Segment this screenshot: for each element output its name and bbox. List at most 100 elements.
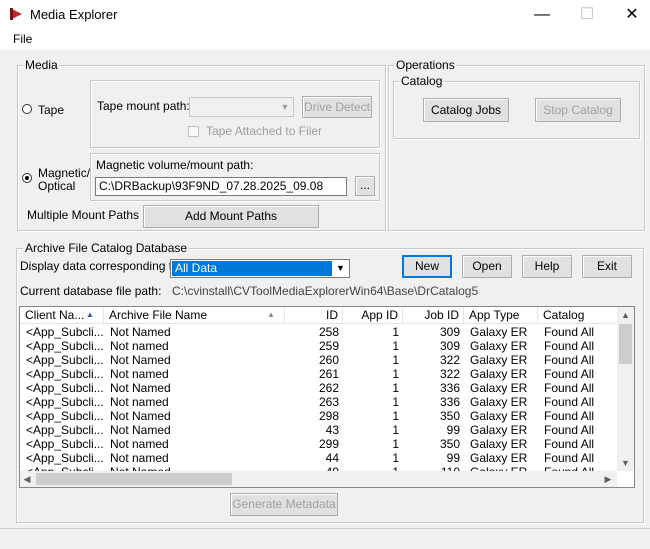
column-header[interactable]: Catalog (538, 307, 620, 324)
table-cell: Galaxy ER (470, 409, 528, 423)
tape-mount-label: Tape mount path: (97, 99, 190, 113)
table-cell: <App_Subcli... (26, 395, 104, 409)
table-cell: Galaxy ER (470, 353, 528, 367)
table-cell: 99 (446, 451, 460, 465)
table-cell: Galaxy ER (470, 339, 528, 353)
table-cell: <App_Subcli... (26, 409, 104, 423)
add-mount-paths-button[interactable]: Add Mount Paths (143, 205, 319, 228)
table-row[interactable]: <App_Subcli... Not named 261 1 322 Galaxy ER F… (20, 367, 618, 381)
table-row[interactable]: <App_Subcli... Not named 263 1 336 Galaxy ER F… (20, 395, 618, 409)
horizontal-scrollbar[interactable]: ◀ ▶ (20, 471, 617, 487)
catalog-table[interactable]: Client Na... Archive File Name ID App ID Job… (19, 306, 635, 488)
chevron-up-icon[interactable]: ▲ (617, 309, 634, 321)
column-header[interactable]: Archive File Name (104, 307, 285, 324)
table-cell: 263 (318, 395, 339, 409)
display-data-value: All Data (172, 261, 332, 276)
magnetic-radio[interactable] (22, 173, 32, 183)
table-cell: Galaxy ER (470, 381, 528, 395)
table-cell: 1 (392, 367, 399, 381)
horizontal-scroll-thumb[interactable] (36, 473, 232, 485)
table-cell: <App_Subcli... (26, 381, 104, 395)
generate-metadata-button[interactable]: Generate Metadata (230, 493, 338, 516)
chevron-down-icon: ▼ (336, 263, 345, 273)
menu-bar (0, 30, 650, 50)
table-cell: 262 (318, 381, 339, 395)
table-cell: Not Named (110, 423, 171, 437)
table-cell: Found All (544, 339, 595, 353)
table-cell: Galaxy ER (470, 451, 528, 465)
media-group-label: Media (23, 58, 60, 72)
sort-ascending-icon: ▲ (86, 310, 94, 319)
table-cell: Found All (544, 353, 595, 367)
vertical-scrollbar[interactable]: ▲ ▼ (617, 307, 634, 471)
chevron-down-icon: ▼ (280, 102, 290, 112)
table-cell: 1 (392, 325, 399, 339)
stop-catalog-button[interactable]: Stop Catalog (535, 98, 621, 122)
table-cell: Galaxy ER (470, 395, 528, 409)
chevron-down-icon[interactable]: ▼ (617, 457, 634, 469)
browse-button[interactable]: ... (355, 176, 375, 196)
table-cell: <App_Subcli... (26, 325, 104, 339)
display-data-select[interactable]: All Data (170, 259, 350, 278)
menu-file[interactable]: File (13, 30, 32, 48)
table-cell: Not named (110, 437, 169, 451)
table-cell: 1 (392, 437, 399, 451)
new-button[interactable]: New (402, 255, 452, 278)
table-cell: <App_Subcli... (26, 437, 104, 451)
table-row[interactable]: <App_Subcli... Not named 299 1 350 Galaxy ER F… (20, 437, 618, 451)
catalog-jobs-button[interactable]: Catalog Jobs (423, 98, 509, 122)
drive-detect-button[interactable]: Drive Detect (302, 96, 372, 118)
table-cell: 258 (318, 325, 339, 339)
multiple-mount-label: Multiple Mount Paths (27, 208, 140, 222)
tape-label: Tape (38, 103, 65, 117)
column-header[interactable]: App ID (343, 307, 403, 324)
table-cell: 1 (392, 423, 399, 437)
help-button[interactable]: Help (522, 255, 572, 278)
table-cell: 1 (392, 339, 399, 353)
tape-radio[interactable] (22, 104, 32, 114)
close-button[interactable]: ✕ (609, 2, 650, 28)
maximize-button[interactable]: ☐ (564, 2, 610, 28)
minimize-button[interactable]: — (519, 2, 565, 28)
table-cell: Not named (110, 367, 169, 381)
table-row[interactable]: <App_Subcli... Not named 44 1 99 Galaxy ER Fou… (20, 451, 618, 465)
archive-group-label: Archive File Catalog Database (23, 241, 190, 255)
db-path-label: Current database file path: (20, 284, 162, 298)
table-cell: <App_Subcli... (26, 367, 104, 381)
chevron-right-icon[interactable]: ▶ (602, 472, 614, 486)
chevron-left-icon[interactable]: ◀ (21, 472, 33, 486)
magnetic-label-2: Optical (38, 179, 76, 193)
table-cell: 322 (439, 353, 460, 367)
table-row[interactable]: <App_Subcli... Not Named 258 1 309 Galaxy ER F… (20, 325, 618, 339)
table-cell: 350 (439, 437, 460, 451)
table-cell: Galaxy ER (470, 423, 528, 437)
table-cell: Not named (110, 451, 169, 465)
table-row[interactable]: <App_Subcli... Not Named 298 1 350 Galaxy ER F… (20, 409, 618, 423)
table-row[interactable]: <App_Subcli... Not Named 262 1 336 Galaxy ER F… (20, 381, 618, 395)
table-cell: 298 (318, 409, 339, 423)
table-cell: Galaxy ER (470, 325, 528, 339)
table-cell: 336 (439, 381, 460, 395)
column-header[interactable]: Job ID (403, 307, 464, 324)
display-data-label: Display data corresponding to: (20, 259, 183, 273)
open-button[interactable]: Open (462, 255, 512, 278)
table-cell: 309 (439, 325, 460, 339)
magnetic-path-input[interactable]: C:\DRBackup\93F9ND_07.28.2025_09.08 (95, 177, 347, 196)
table-row[interactable]: <App_Subcli... Not Named 43 1 99 Galaxy ER Fou… (20, 423, 618, 437)
vertical-scroll-thumb[interactable] (619, 324, 632, 364)
status-bar (0, 528, 650, 549)
table-cell: <App_Subcli... (26, 353, 104, 367)
table-cell: Not Named (110, 381, 171, 395)
tape-attached-checkbox[interactable] (188, 126, 199, 137)
column-header[interactable]: App Type (464, 307, 538, 324)
table-row[interactable]: <App_Subcli... Not named 259 1 309 Galaxy ER F… (20, 339, 618, 353)
column-header[interactable]: ID (285, 307, 343, 324)
table-cell: Found All (544, 437, 595, 451)
exit-button[interactable]: Exit (582, 255, 632, 278)
table-cell: 309 (439, 339, 460, 353)
sort-ascending-icon: ▲ (267, 310, 275, 319)
table-row[interactable]: <App_Subcli... Not Named 260 1 322 Galaxy ER F… (20, 353, 618, 367)
magnetic-label-1: Magnetic/ (38, 166, 91, 180)
table-cell: Galaxy ER (470, 437, 528, 451)
table-cell: 350 (439, 409, 460, 423)
